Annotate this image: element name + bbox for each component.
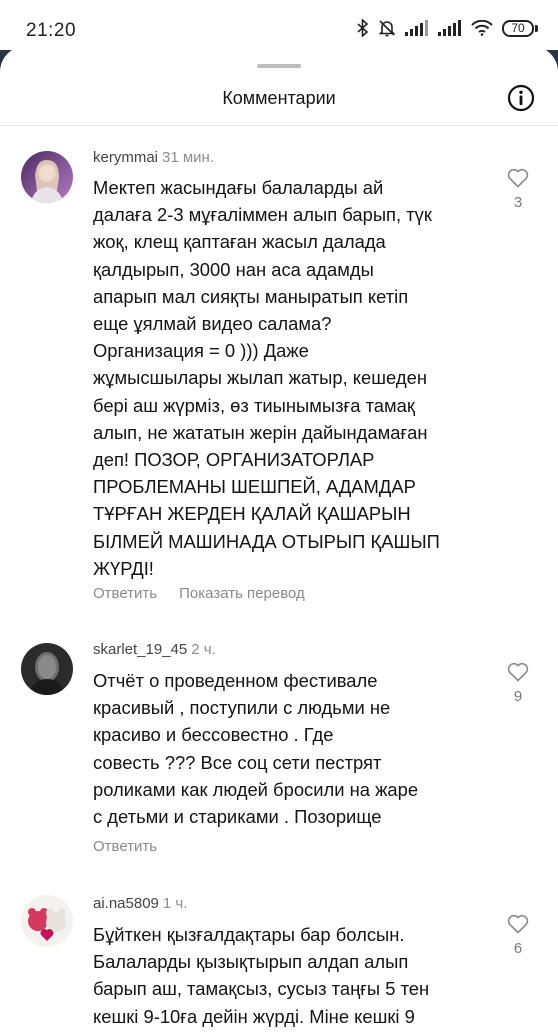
comment-meta: ai.na5809 1 ч. (93, 895, 187, 912)
header-divider (0, 125, 558, 126)
avatar[interactable] (21, 895, 73, 947)
comment-text: Бұйткен қызғалдақтары бар болсын. Балала… (93, 924, 430, 1027)
comment-text: Отчёт о проведенном фестивале красивый ,… (93, 670, 419, 828)
signal-icon-2 (438, 20, 462, 36)
battery-level: 70 (511, 21, 525, 35)
info-icon (507, 84, 535, 112)
comments-sheet: Комментарии kerymmai 31 мин. Мектеп жасын… (0, 46, 558, 1036)
comment-text: Мектеп жасындағы балаларды ай далаға 2-3… (93, 177, 440, 579)
status-icons: 70 (357, 19, 538, 37)
comment-actions: Ответить (93, 838, 157, 855)
battery-icon: 70 (502, 19, 538, 37)
comment-time: 1 ч. (162, 895, 188, 912)
signal-icon (405, 20, 429, 36)
comment-time: 31 мин. (162, 149, 215, 166)
status-bar: 21:20 70 (0, 0, 558, 50)
comment-meta: skarlet_19_45 2 ч. (93, 641, 216, 658)
comment-time: 2 ч. (191, 641, 216, 658)
bluetooth-icon (357, 19, 369, 37)
like-count: 6 (513, 940, 523, 957)
like-button[interactable]: 3 (505, 168, 531, 211)
heart-icon (507, 914, 529, 934)
comment-actions: Ответить Показать перевод (93, 585, 305, 602)
comment-meta: kerymmai 31 мин. (93, 149, 214, 166)
like-count: 9 (513, 688, 523, 705)
wifi-icon (471, 20, 493, 36)
comment-username[interactable]: skarlet_19_45 (93, 641, 187, 658)
like-button[interactable]: 9 (505, 662, 531, 705)
heart-icon (507, 168, 529, 188)
like-count: 3 (513, 194, 523, 211)
like-button[interactable]: 6 (505, 914, 531, 957)
muted-bell-icon (378, 19, 396, 37)
drag-handle[interactable] (257, 64, 301, 68)
comment-username[interactable]: ai.na5809 (93, 895, 159, 912)
reply-button[interactable]: Ответить (93, 585, 157, 602)
heart-icon (507, 662, 529, 682)
sheet-title: Комментарии (222, 88, 336, 108)
comment-username[interactable]: kerymmai (93, 149, 158, 166)
reply-button[interactable]: Ответить (93, 838, 157, 855)
translate-button[interactable]: Показать перевод (179, 585, 305, 602)
status-time: 21:20 (26, 20, 77, 41)
avatar[interactable] (21, 151, 73, 203)
info-button[interactable] (507, 84, 535, 112)
avatar[interactable] (21, 643, 73, 695)
